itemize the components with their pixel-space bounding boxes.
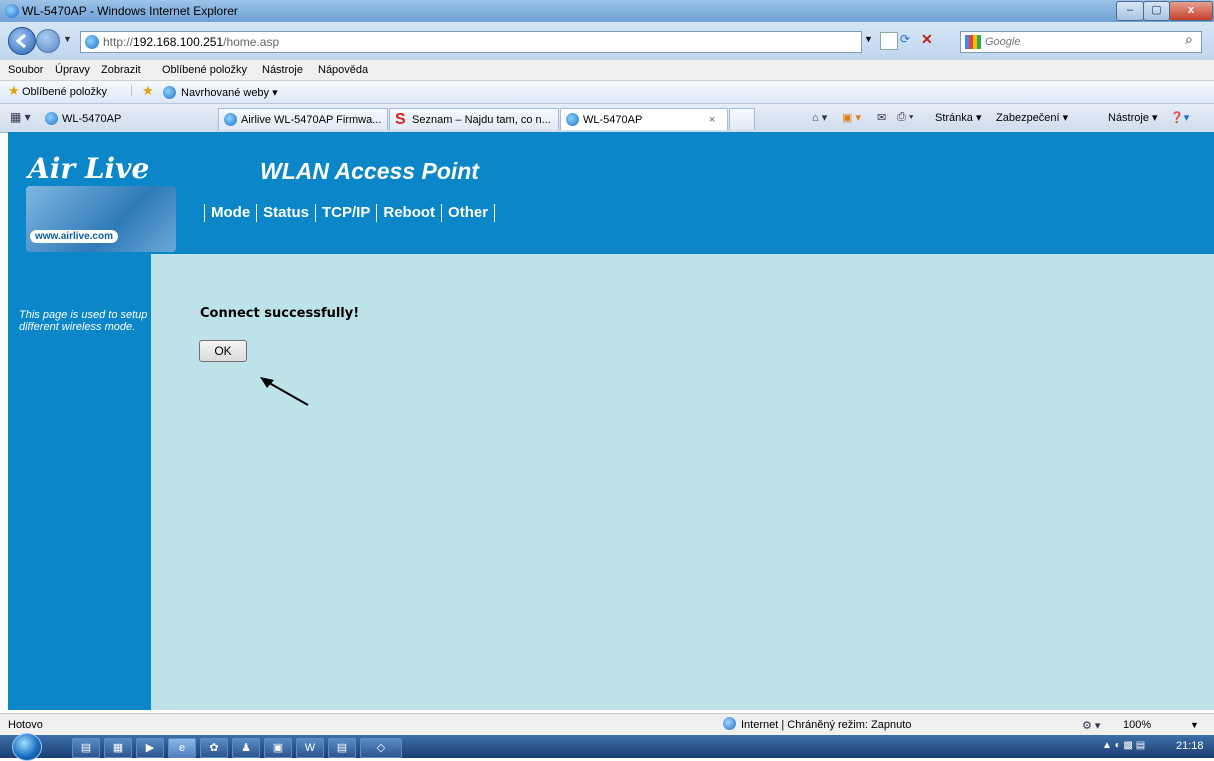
status-bar: Hotovo Internet | Chráněný režim: Zapnut… xyxy=(0,713,1214,735)
success-message: Connect successfully! xyxy=(200,306,360,321)
divider: | xyxy=(130,84,133,96)
favorites-button[interactable]: Oblíbené položky xyxy=(22,86,107,98)
globe-icon xyxy=(723,717,736,730)
airlive-logo: Air Live xyxy=(28,152,150,185)
feeds-icon[interactable]: ▣ ▾ xyxy=(842,111,861,124)
address-row: ▼ http://192.168.100.251/home.asp ▼ ⟳ ✕ … xyxy=(0,22,1214,60)
tab-label: WL-5470AP xyxy=(583,114,643,126)
calculator-taskbar-icon[interactable]: ▦ xyxy=(104,738,132,758)
search-placeholder: Google xyxy=(985,36,1021,48)
tab-label: Seznam – Najdu tam, co n... xyxy=(412,114,551,126)
close-button[interactable]: x xyxy=(1169,1,1213,21)
tab-airlive-firmware[interactable]: Airlive WL-5470AP Firmwa... xyxy=(218,108,388,130)
favorites-bar: ★ Oblíbené položky | ★ Navrhované weby ▾ xyxy=(0,81,1214,104)
menu-view[interactable]: Zobrazit xyxy=(101,64,141,76)
taskbar: ▤ ▦ ▶ e ✿ ♟ ▣ W ▤ ◇ ▲ ◐ ▩ ▤ 21:18 xyxy=(0,733,1214,761)
minimize-button[interactable]: – xyxy=(1116,1,1144,21)
status-text: Hotovo xyxy=(8,719,43,731)
seznam-icon: S xyxy=(395,111,406,128)
sidebar-description: This page is used to setup different wir… xyxy=(19,309,148,333)
suggested-sites[interactable]: Navrhované weby ▾ xyxy=(181,86,278,99)
quick-tabs-icon[interactable]: ▦ ▾ xyxy=(10,110,31,124)
ok-button[interactable]: OK xyxy=(199,340,247,362)
refresh-icon[interactable]: ⟳ xyxy=(900,32,916,48)
search-input[interactable]: Google xyxy=(960,31,1202,53)
forward-button[interactable] xyxy=(36,29,60,53)
back-button[interactable] xyxy=(8,27,36,55)
new-tab-button[interactable] xyxy=(729,108,755,130)
explorer-taskbar-icon[interactable]: ▤ xyxy=(72,738,100,758)
tray-icons[interactable]: ▲ ◐ ▩ ▤ xyxy=(1102,740,1145,751)
ie-icon xyxy=(566,113,579,126)
protected-mode-icon[interactable]: ⚙ ▾ xyxy=(1082,719,1100,732)
ie-icon xyxy=(163,86,176,99)
url-prefix: http:// xyxy=(103,35,134,49)
security-zone[interactable]: Internet | Chráněný režim: Zapnuto xyxy=(741,719,911,731)
home-icon[interactable]: ⌂ ▾ xyxy=(812,111,827,124)
ie-icon xyxy=(224,113,237,126)
window-title: WL-5470AP - Windows Internet Explorer xyxy=(22,4,238,18)
history-dropdown-icon[interactable]: ▼ xyxy=(63,34,72,44)
ie-icon xyxy=(45,112,58,125)
menu-bar: Soubor Úpravy Zobrazit Oblíbené položky … xyxy=(0,60,1214,81)
page-header: Air Live www.airlive.com WLAN Access Poi… xyxy=(8,132,1214,254)
page-icon xyxy=(85,35,99,49)
security-menu[interactable]: Zabezpečení ▾ xyxy=(996,111,1068,124)
address-dropdown-icon[interactable]: ▼ xyxy=(864,34,873,44)
nav-status[interactable]: Status xyxy=(256,204,315,222)
back-arrow-icon xyxy=(15,33,26,49)
mail-icon[interactable]: ✉ xyxy=(877,111,886,124)
stop-icon[interactable]: ✕ xyxy=(921,31,933,48)
nav-other[interactable]: Other xyxy=(441,204,496,222)
zoom-dropdown-icon[interactable]: ▼ xyxy=(1190,720,1199,730)
logo-url: www.airlive.com xyxy=(30,230,118,243)
url-path: /home.asp xyxy=(223,35,280,49)
url-host: 192.168.100.251 xyxy=(133,35,224,49)
tab-label: Airlive WL-5470AP Firmwa... xyxy=(241,114,382,126)
tab-seznam[interactable]: S Seznam – Najdu tam, co n... xyxy=(389,108,559,130)
main-content: Connect successfully! OK xyxy=(151,254,1214,710)
address-input[interactable]: http://192.168.100.251/home.asp xyxy=(80,31,862,53)
favorites-star-icon: ★ xyxy=(8,83,20,98)
page-menu[interactable]: Stránka ▾ xyxy=(935,111,982,124)
search-icon[interactable]: ⌕ xyxy=(1185,31,1193,48)
tab-wl5470ap-active[interactable]: WL-5470AP × xyxy=(560,108,728,130)
help-icon[interactable]: ❓▾ xyxy=(1170,111,1189,124)
print-icon[interactable]: ⎙ ▾ xyxy=(897,111,913,124)
app3-taskbar-icon[interactable]: ▣ xyxy=(264,738,292,758)
tab-close-icon[interactable]: × xyxy=(709,109,715,130)
ie-taskbar-icon[interactable]: e xyxy=(168,738,196,758)
arrow-annotation-icon xyxy=(260,377,309,406)
add-favorite-icon[interactable]: ★ xyxy=(142,83,154,99)
media-taskbar-icon[interactable]: ▶ xyxy=(136,738,164,758)
app4-taskbar-icon[interactable]: ▤ xyxy=(328,738,356,758)
nav-menu: Mode Status TCP/IP Reboot Other xyxy=(204,204,496,224)
ie-logo-icon xyxy=(5,4,19,18)
tools-menu[interactable]: Nástroje ▾ xyxy=(1108,111,1158,124)
app2-taskbar-icon[interactable]: ♟ xyxy=(232,738,260,758)
menu-tools[interactable]: Nástroje xyxy=(262,64,303,76)
zoom-level[interactable]: 100% xyxy=(1123,719,1151,731)
sidebar: This page is used to setup different wir… xyxy=(8,254,151,710)
google-logo-icon xyxy=(965,35,981,49)
nav-tcpip[interactable]: TCP/IP xyxy=(315,204,376,222)
app-taskbar-icon[interactable]: ✿ xyxy=(200,738,228,758)
menu-file[interactable]: Soubor xyxy=(8,64,43,76)
tab-wl5470ap-1[interactable]: WL-5470AP xyxy=(40,108,215,130)
window-titlebar: WL-5470AP - Windows Internet Explorer – … xyxy=(0,0,1214,22)
nav-mode[interactable]: Mode xyxy=(204,204,256,222)
page-title: WLAN Access Point xyxy=(260,158,479,184)
tab-label: WL-5470AP xyxy=(62,113,122,125)
menu-help[interactable]: Nápověda xyxy=(318,64,368,76)
start-button[interactable] xyxy=(12,733,42,761)
maximize-button[interactable]: ▢ xyxy=(1143,1,1170,21)
nav-reboot[interactable]: Reboot xyxy=(376,204,441,222)
menu-favorites[interactable]: Oblíbené položky xyxy=(162,64,247,76)
app5-taskbar-icon[interactable]: ◇ xyxy=(360,738,402,758)
menu-edit[interactable]: Úpravy xyxy=(55,64,90,76)
compatibility-icon[interactable] xyxy=(880,32,898,50)
word-taskbar-icon[interactable]: W xyxy=(296,738,324,758)
clock: 21:18 xyxy=(1176,740,1204,752)
